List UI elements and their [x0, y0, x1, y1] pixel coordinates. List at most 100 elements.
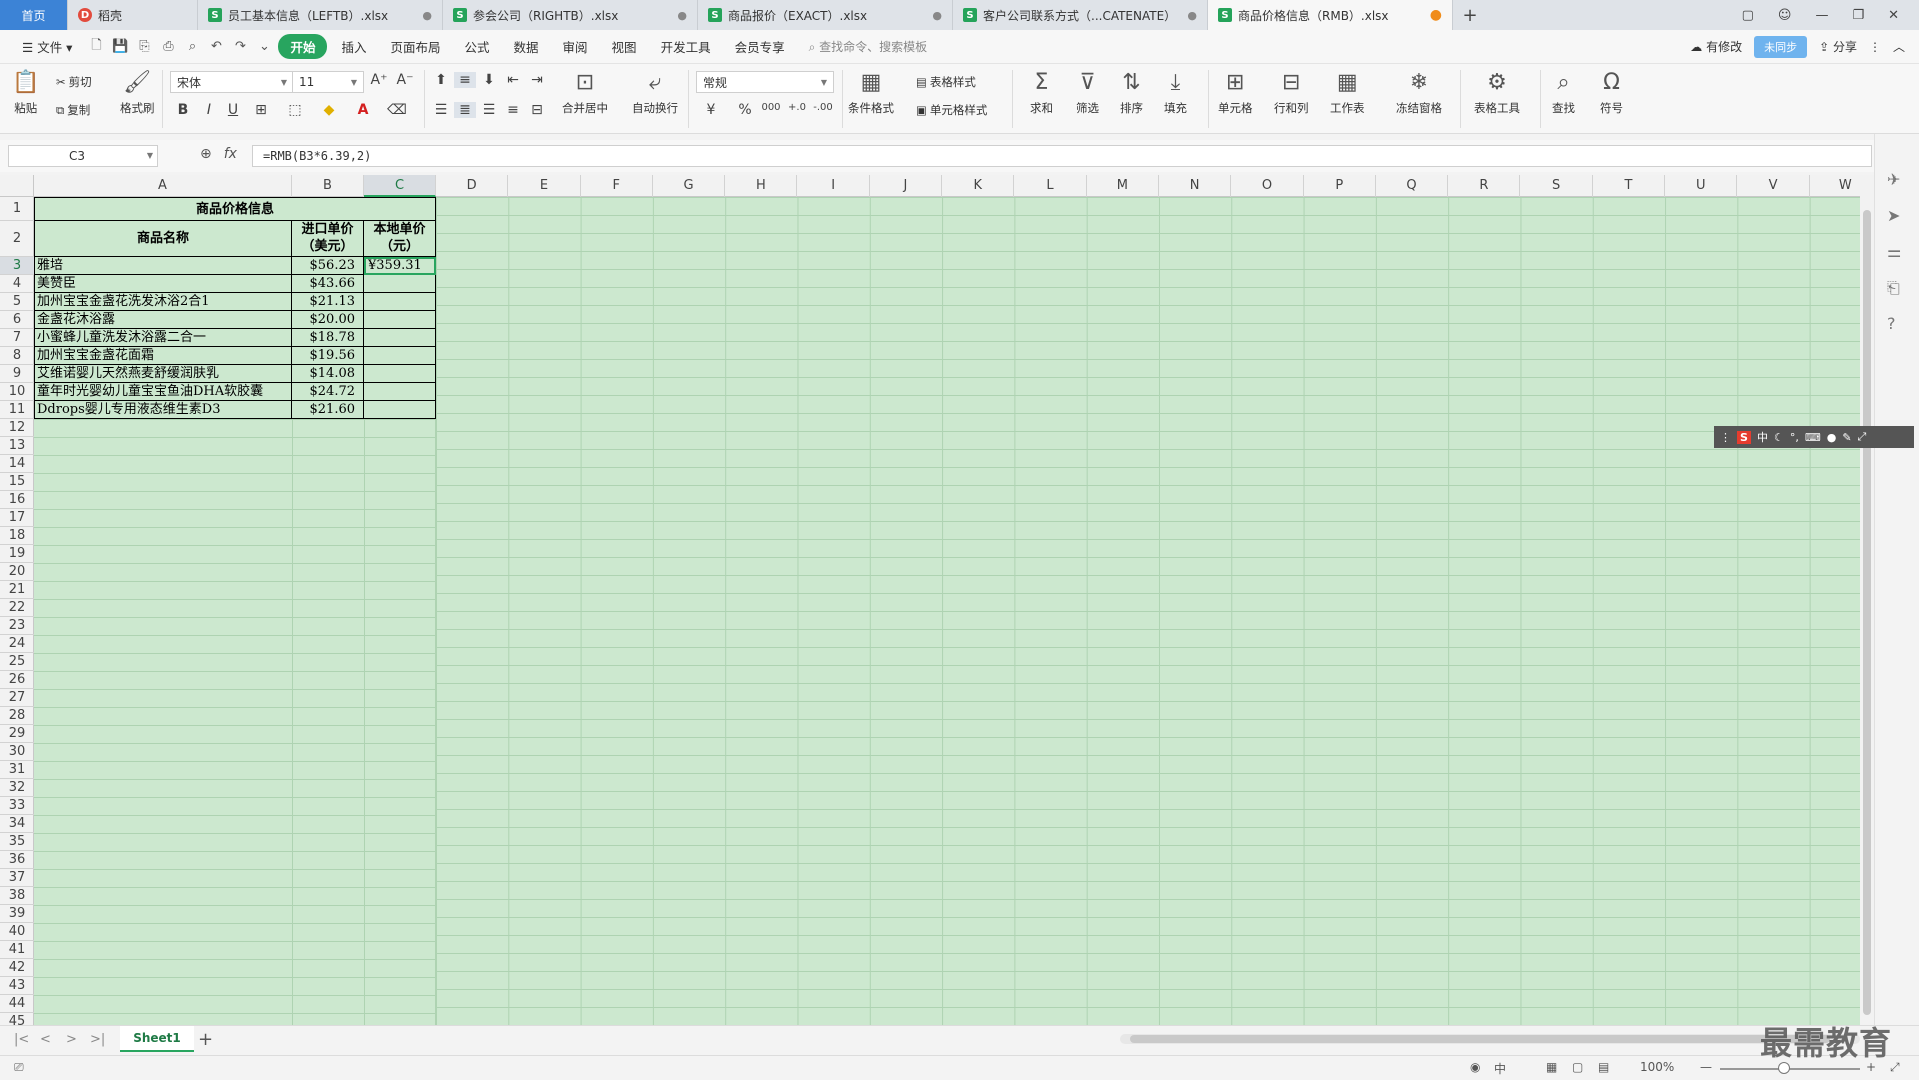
- ime-moon-icon[interactable]: ☾: [1774, 431, 1784, 444]
- percent-icon[interactable]: %: [734, 102, 756, 118]
- row-header[interactable]: 30: [0, 743, 34, 761]
- pointer-icon[interactable]: ➤: [1887, 206, 1900, 225]
- menu-home[interactable]: 开始: [278, 34, 328, 59]
- row-header[interactable]: 35: [0, 833, 34, 851]
- row-header[interactable]: 2: [0, 221, 34, 257]
- sheet-tab-sheet1[interactable]: Sheet1: [120, 1026, 194, 1052]
- product-name-cell[interactable]: 加州宝宝金盏花洗发沐浴2合1: [34, 293, 292, 311]
- row-header[interactable]: 1: [0, 197, 34, 221]
- avatar[interactable]: ☺: [1778, 8, 1792, 23]
- indent-increase-icon[interactable]: ⇥: [526, 72, 548, 88]
- ime-expand-icon[interactable]: ⤢: [1858, 430, 1867, 444]
- clear-format-icon[interactable]: ⌫: [386, 102, 408, 118]
- print-icon[interactable]: ⎙: [158, 39, 178, 54]
- symbol-button[interactable]: Ω 符号: [1600, 70, 1623, 116]
- cloud-badge[interactable]: 未同步: [1754, 35, 1808, 58]
- usd-price-cell[interactable]: $43.66: [292, 275, 364, 293]
- usd-price-cell[interactable]: $21.60: [292, 401, 364, 419]
- column-header-o[interactable]: O: [1231, 175, 1304, 197]
- row-header[interactable]: 33: [0, 797, 34, 815]
- column-header-s[interactable]: S: [1521, 175, 1593, 197]
- row-header[interactable]: 7: [0, 329, 34, 347]
- menu-insert[interactable]: 插入: [331, 34, 376, 59]
- close-window-icon[interactable]: ✕: [1888, 8, 1899, 23]
- align-right-icon[interactable]: ☰: [478, 102, 500, 118]
- row-header[interactable]: 27: [0, 689, 34, 707]
- row-header[interactable]: 12: [0, 419, 34, 437]
- close-icon[interactable]: ●: [922, 9, 942, 22]
- zoom-formula-icon[interactable]: ⊕: [200, 146, 212, 162]
- vertical-scrollbar[interactable]: [1860, 175, 1874, 1025]
- column-header-l[interactable]: L: [1014, 175, 1087, 197]
- number-format-select[interactable]: 常规 ▼: [696, 71, 834, 93]
- customize-icon[interactable]: ⌄: [254, 39, 274, 54]
- row-col-button[interactable]: ⊟ 行和列: [1274, 70, 1309, 116]
- decrease-font-icon[interactable]: A⁻: [394, 72, 416, 88]
- name-box[interactable]: C3 ▼: [8, 145, 158, 167]
- menu-view[interactable]: 视图: [602, 34, 647, 59]
- help-icon[interactable]: ?: [1887, 314, 1896, 333]
- redo-icon[interactable]: ↷: [230, 39, 250, 54]
- column-header-h[interactable]: H: [725, 175, 798, 197]
- row-header[interactable]: 41: [0, 941, 34, 959]
- freeze-panes-button[interactable]: ❄ 冻结窗格: [1396, 70, 1442, 116]
- column-header-f[interactable]: F: [581, 175, 653, 197]
- cell-area[interactable]: 商品价格信息 商品名称 进口单价（美元） 本地单价（元） 雅培 $56.23 ¥359.31…: [34, 197, 1860, 1025]
- tab-doc-3[interactable]: S 商品报价（EXACT）.xlsx ●: [698, 0, 953, 30]
- row-header[interactable]: 25: [0, 653, 34, 671]
- row-header[interactable]: 22: [0, 599, 34, 617]
- row-header[interactable]: 23: [0, 617, 34, 635]
- page-break-view-icon[interactable]: ▤: [1598, 1060, 1609, 1074]
- menu-data[interactable]: 数据: [504, 34, 549, 59]
- new-tab-button[interactable]: +: [1453, 0, 1487, 30]
- share-button[interactable]: ⇪ 分享: [1819, 38, 1857, 55]
- column-header-u[interactable]: U: [1665, 175, 1738, 197]
- cell-style-button[interactable]: ▣ 单元格样式: [916, 102, 987, 118]
- tab-doc-1[interactable]: S 员工基本信息（LEFTB）.xlsx ●: [198, 0, 443, 30]
- column-header-b[interactable]: B: [292, 175, 364, 197]
- row-header[interactable]: 17: [0, 509, 34, 527]
- column-header-v[interactable]: V: [1737, 175, 1810, 197]
- font-size-select[interactable]: 11 ▼: [292, 71, 364, 93]
- undo-icon[interactable]: ↶: [206, 39, 226, 54]
- header-cell-name[interactable]: 商品名称: [34, 221, 292, 257]
- tab-doc-4[interactable]: S 客户公司联系方式（...CATENATE） ●: [953, 0, 1208, 30]
- header-cell-usd[interactable]: 进口单价（美元）: [292, 221, 364, 257]
- column-header-q[interactable]: Q: [1376, 175, 1449, 197]
- column-header-c[interactable]: C: [364, 175, 436, 197]
- column-header-a[interactable]: A: [34, 175, 292, 197]
- row-header[interactable]: 19: [0, 545, 34, 563]
- ime-keyboard-icon[interactable]: ⌨: [1805, 431, 1821, 444]
- rmb-price-cell[interactable]: [364, 383, 436, 401]
- file-menu[interactable]: ☰ 文件 ▾: [12, 34, 82, 59]
- product-name-cell[interactable]: 加州宝宝金盏花面霜: [34, 347, 292, 365]
- thousands-icon[interactable]: 000: [760, 102, 782, 113]
- column-header-e[interactable]: E: [508, 175, 581, 197]
- copy-button[interactable]: ⧉ 复制: [56, 102, 90, 118]
- row-header[interactable]: 39: [0, 905, 34, 923]
- tab-home[interactable]: 首页: [0, 0, 68, 30]
- column-header-n[interactable]: N: [1159, 175, 1232, 197]
- column-header-w[interactable]: W: [1810, 175, 1860, 197]
- tab-docer[interactable]: D 稻壳: [68, 0, 198, 30]
- zoom-level[interactable]: 100%: [1640, 1060, 1674, 1074]
- product-name-cell[interactable]: 艾维诺婴儿天然燕麦舒缓润肤乳: [34, 365, 292, 383]
- row-header[interactable]: 3: [0, 257, 34, 275]
- row-header[interactable]: 40: [0, 923, 34, 941]
- table-tools-button[interactable]: ⚙ 表格工具: [1474, 70, 1520, 116]
- rmb-price-cell[interactable]: [364, 275, 436, 293]
- settings-sliders-icon[interactable]: ⚌: [1887, 242, 1901, 261]
- cut-button[interactable]: ✂ 剪切: [56, 74, 92, 90]
- rmb-price-cell[interactable]: ¥359.31: [364, 257, 436, 275]
- print-preview-icon[interactable]: ⌕: [182, 39, 202, 54]
- justify-icon[interactable]: ≡: [502, 102, 524, 118]
- row-header[interactable]: 29: [0, 725, 34, 743]
- rmb-price-cell[interactable]: [364, 347, 436, 365]
- row-header[interactable]: 44: [0, 995, 34, 1013]
- zoom-out-icon[interactable]: —: [1700, 1060, 1712, 1074]
- last-sheet-icon[interactable]: >|: [90, 1032, 105, 1047]
- normal-view-icon[interactable]: ▦: [1546, 1060, 1557, 1074]
- sheet-title-cell[interactable]: 商品价格信息: [34, 197, 436, 221]
- fill-button[interactable]: ⤓ 填充: [1164, 70, 1187, 116]
- new-doc-icon[interactable]: 🗋: [86, 36, 106, 58]
